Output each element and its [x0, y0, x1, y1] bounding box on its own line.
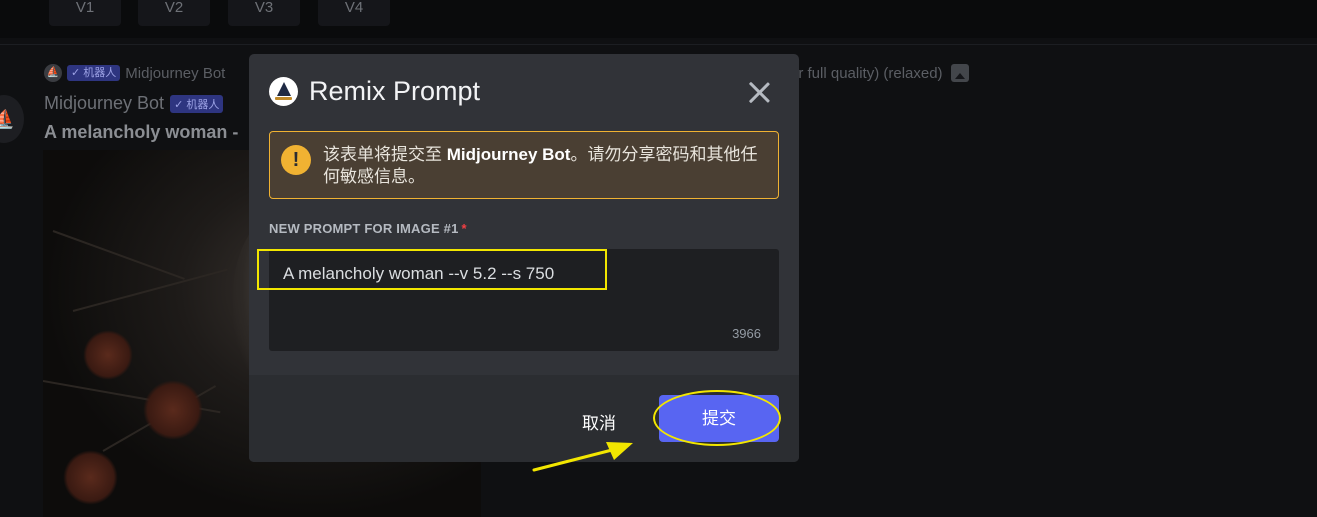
annotation-highlight-box	[257, 249, 607, 290]
checkmark-icon: ✓	[71, 67, 81, 79]
modal-header: Remix Prompt	[269, 76, 480, 107]
message-header: Midjourney Bot ✓ 机器人	[44, 93, 224, 114]
warning-bot-name: Midjourney Bot	[446, 145, 571, 164]
required-mark: *	[461, 221, 467, 236]
warning-prefix: 该表单将提交至	[323, 145, 447, 164]
divider	[0, 44, 1317, 45]
variation-button-v3[interactable]: V3	[228, 0, 300, 26]
modal-title: Remix Prompt	[309, 76, 481, 106]
variation-button-v2[interactable]: V2	[138, 0, 210, 26]
bot-logo-icon	[269, 77, 298, 106]
annotation-arrow-icon	[532, 442, 633, 472]
image-branch	[72, 268, 228, 312]
field-label-text: NEW PROMPT FOR IMAGE #1	[269, 221, 459, 236]
warning-text: 该表单将提交至 Midjourney Bot。请勿分享密码和其他任何敏感信息。	[323, 144, 767, 188]
reply-author[interactable]: Midjourney Bot	[125, 65, 225, 82]
bot-tag-label: 机器人	[186, 98, 220, 111]
variation-button-v1[interactable]: V1	[49, 0, 121, 26]
field-label: NEW PROMPT FOR IMAGE #1 *	[269, 221, 467, 236]
checkmark-icon: ✓	[174, 98, 184, 111]
close-icon[interactable]	[747, 80, 771, 104]
message-text: A melancholy woman -	[44, 122, 239, 142]
avatar[interactable]: ⛵	[0, 95, 24, 143]
message-author[interactable]: Midjourney Bot	[44, 93, 164, 114]
variation-button-v4[interactable]: V4	[318, 0, 390, 26]
submit-button[interactable]: 提交	[659, 395, 779, 442]
char-count: 3966	[732, 326, 761, 341]
warning-icon: !	[281, 145, 311, 175]
remix-prompt-modal: Remix Prompt ! 该表单将提交至 Midjourney Bot。请勿…	[249, 54, 799, 462]
reply-reference[interactable]: ⛵ ✓ 机器人 Midjourney Bot	[44, 63, 225, 83]
modal-footer: 取消 提交	[249, 375, 799, 462]
image-branch	[52, 230, 185, 280]
image-icon	[950, 64, 969, 82]
bot-tag: ✓ 机器人	[170, 94, 224, 113]
reply-tail-text: or full quality) (relaxed)	[790, 64, 943, 82]
warning-banner: ! 该表单将提交至 Midjourney Bot。请勿分享密码和其他任何敏感信息…	[269, 131, 779, 199]
reply-bot-tag: ✓ 机器人	[67, 65, 121, 81]
reply-avatar-icon: ⛵	[44, 64, 62, 82]
image-flower	[83, 330, 133, 380]
image-flower	[143, 380, 203, 440]
reply-tail: or full quality) (relaxed)	[790, 64, 969, 82]
image-flower	[63, 450, 118, 505]
cancel-button[interactable]: 取消	[582, 409, 616, 434]
reply-bot-tag-label: 机器人	[83, 67, 117, 79]
